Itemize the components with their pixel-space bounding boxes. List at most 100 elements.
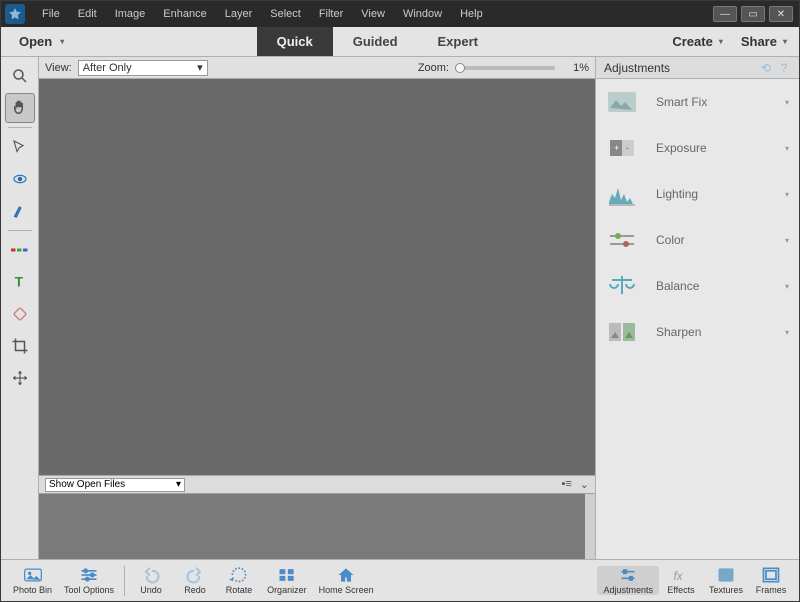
btn-label: Rotate bbox=[226, 585, 253, 595]
color-tool[interactable] bbox=[5, 235, 35, 265]
menu-image[interactable]: Image bbox=[106, 1, 155, 27]
mode-bar: Open Quick Guided Expert Create Share bbox=[1, 27, 799, 57]
create-button[interactable]: Create bbox=[672, 34, 722, 49]
frames-button[interactable]: Frames bbox=[749, 566, 793, 595]
text-tool[interactable]: T bbox=[5, 267, 35, 297]
adj-label: Exposure bbox=[656, 141, 767, 155]
panel-title: Adjustments bbox=[604, 61, 670, 75]
toolbox: T bbox=[1, 57, 39, 559]
rotate-button[interactable]: Rotate bbox=[217, 566, 261, 595]
zoom-control: Zoom: 1% bbox=[418, 62, 589, 74]
bottom-right-group: Adjustments fx Effects Textures Frames bbox=[597, 566, 793, 595]
textures-button[interactable]: Textures bbox=[703, 566, 749, 595]
chevron-down-icon: ▾ bbox=[785, 98, 789, 107]
minimize-button[interactable]: — bbox=[713, 6, 737, 22]
chevron-down-icon: ▾ bbox=[785, 236, 789, 245]
header-right-actions: Create Share bbox=[672, 27, 799, 56]
bin-dropdown[interactable]: Show Open Files ▾ bbox=[45, 478, 185, 492]
view-dropdown[interactable]: After Only ▾ bbox=[78, 60, 208, 76]
separator bbox=[124, 566, 125, 596]
adjustments-button[interactable]: Adjustments bbox=[597, 566, 659, 595]
bin-menu-icon[interactable]: ▪≡ bbox=[561, 478, 571, 491]
exposure-icon: +- bbox=[606, 134, 638, 162]
canvas[interactable] bbox=[39, 79, 595, 475]
menu-file[interactable]: File bbox=[33, 1, 69, 27]
bin-collapse-icon[interactable]: ⌄ bbox=[580, 478, 589, 491]
effects-button[interactable]: fx Effects bbox=[659, 566, 703, 595]
view-label: View: bbox=[45, 62, 72, 74]
redeye-tool[interactable] bbox=[5, 164, 35, 194]
btn-label: Redo bbox=[184, 585, 206, 595]
menu-select[interactable]: Select bbox=[261, 1, 310, 27]
svg-text:+: + bbox=[614, 143, 619, 153]
adj-color[interactable]: Color ▾ bbox=[596, 217, 799, 263]
healing-tool[interactable] bbox=[5, 299, 35, 329]
adj-label: Sharpen bbox=[656, 325, 767, 339]
btn-label: Photo Bin bbox=[13, 585, 52, 595]
menu-bar: File Edit Image Enhance Layer Select Fil… bbox=[33, 1, 492, 27]
menu-layer[interactable]: Layer bbox=[216, 1, 262, 27]
tool-options-button[interactable]: Tool Options bbox=[58, 566, 120, 595]
adj-smartfix[interactable]: Smart Fix ▾ bbox=[596, 79, 799, 125]
bin-toolbar: ▪≡ ⌄ bbox=[561, 478, 589, 491]
bottom-bar: Photo Bin Tool Options Undo Redo Rotate … bbox=[1, 559, 799, 601]
btn-label: Tool Options bbox=[64, 585, 114, 595]
btn-label: Organizer bbox=[267, 585, 307, 595]
view-value: After Only bbox=[83, 62, 132, 74]
title-bar: File Edit Image Enhance Layer Select Fil… bbox=[1, 1, 799, 27]
btn-label: Frames bbox=[756, 585, 787, 595]
bin-scrollbar[interactable] bbox=[585, 494, 595, 559]
adj-lighting[interactable]: Lighting ▾ bbox=[596, 171, 799, 217]
zoom-tool[interactable] bbox=[5, 61, 35, 91]
menu-window[interactable]: Window bbox=[394, 1, 451, 27]
chevron-down-icon: ▾ bbox=[785, 190, 789, 199]
menu-edit[interactable]: Edit bbox=[69, 1, 106, 27]
whiten-tool[interactable] bbox=[5, 196, 35, 226]
open-button[interactable]: Open bbox=[1, 27, 82, 56]
color-icon bbox=[606, 226, 638, 254]
move-tool[interactable] bbox=[5, 363, 35, 393]
tab-expert[interactable]: Expert bbox=[418, 27, 498, 56]
main-area: T View: After Only ▾ Zoom: 1% Show Open … bbox=[1, 57, 799, 559]
panel-header: Adjustments ⟲ ? bbox=[596, 57, 799, 79]
maximize-button[interactable]: ▭ bbox=[741, 6, 765, 22]
zoom-slider[interactable] bbox=[455, 66, 555, 70]
photo-bin-body bbox=[39, 493, 595, 559]
photo-bin-button[interactable]: Photo Bin bbox=[7, 566, 58, 595]
zoom-value: 1% bbox=[561, 62, 589, 74]
menu-help[interactable]: Help bbox=[451, 1, 492, 27]
redo-button[interactable]: Redo bbox=[173, 566, 217, 595]
bin-bar: Show Open Files ▾ ▪≡ ⌄ bbox=[39, 475, 595, 493]
adj-balance[interactable]: Balance ▾ bbox=[596, 263, 799, 309]
home-button[interactable]: Home Screen bbox=[313, 566, 380, 595]
close-button[interactable]: ✕ bbox=[769, 6, 793, 22]
tab-quick[interactable]: Quick bbox=[257, 27, 333, 56]
zoom-thumb[interactable] bbox=[455, 63, 465, 73]
smartfix-icon bbox=[606, 88, 638, 116]
zoom-label: Zoom: bbox=[418, 62, 449, 74]
btn-label: Textures bbox=[709, 585, 743, 595]
crop-tool[interactable] bbox=[5, 331, 35, 361]
balance-icon bbox=[606, 272, 638, 300]
adj-sharpen[interactable]: Sharpen ▾ bbox=[596, 309, 799, 355]
adjustments-panel: Adjustments ⟲ ? Smart Fix ▾ +- Exposure … bbox=[595, 57, 799, 559]
undo-button[interactable]: Undo bbox=[129, 566, 173, 595]
menu-filter[interactable]: Filter bbox=[310, 1, 352, 27]
hand-tool[interactable] bbox=[5, 93, 35, 123]
menu-enhance[interactable]: Enhance bbox=[154, 1, 215, 27]
reset-icon[interactable]: ⟲ bbox=[759, 61, 773, 75]
chevron-down-icon: ▾ bbox=[785, 144, 789, 153]
share-button[interactable]: Share bbox=[741, 34, 787, 49]
chevron-down-icon: ▾ bbox=[197, 61, 203, 74]
menu-view[interactable]: View bbox=[352, 1, 394, 27]
adj-label: Balance bbox=[656, 279, 767, 293]
svg-text:fx: fx bbox=[673, 570, 683, 583]
mode-tabs: Quick Guided Expert bbox=[257, 27, 498, 56]
center-area: View: After Only ▾ Zoom: 1% Show Open Fi… bbox=[39, 57, 595, 559]
selection-tool[interactable] bbox=[5, 132, 35, 162]
organizer-button[interactable]: Organizer bbox=[261, 566, 313, 595]
adj-label: Color bbox=[656, 233, 767, 247]
adj-exposure[interactable]: +- Exposure ▾ bbox=[596, 125, 799, 171]
tab-guided[interactable]: Guided bbox=[333, 27, 418, 56]
help-icon[interactable]: ? bbox=[777, 61, 791, 75]
